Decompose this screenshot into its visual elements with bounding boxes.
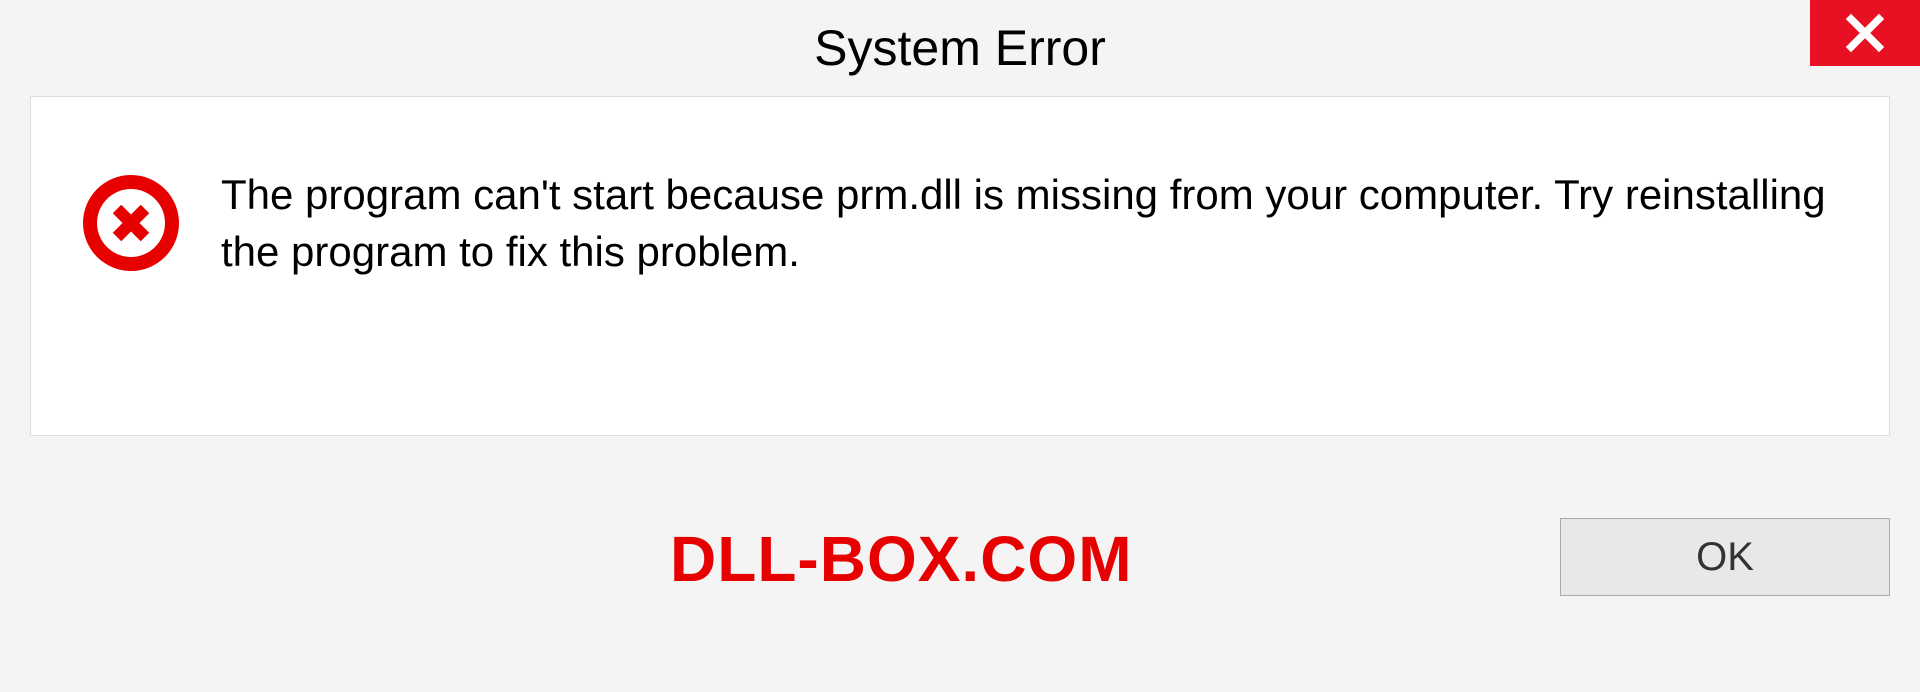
error-message: The program can't start because prm.dll … <box>221 167 1829 280</box>
titlebar: System Error <box>0 0 1920 96</box>
close-button[interactable] <box>1810 0 1920 66</box>
ok-button[interactable]: OK <box>1560 518 1890 596</box>
footer: DLL-BOX.COM OK <box>30 436 1890 656</box>
close-icon <box>1844 12 1886 54</box>
dialog-title: System Error <box>814 19 1106 77</box>
watermark-text: DLL-BOX.COM <box>670 522 1133 596</box>
error-icon <box>81 173 181 273</box>
content-panel: The program can't start because prm.dll … <box>30 96 1890 436</box>
